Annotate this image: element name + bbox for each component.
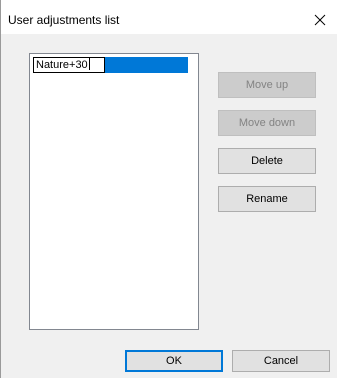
move-up-button[interactable]: Move up [218, 72, 316, 98]
window-title: User adjustments list [8, 13, 120, 27]
user-adjustments-dialog: User adjustments list Nature+30 Move up … [0, 0, 337, 378]
title-bar: User adjustments list [0, 0, 337, 34]
delete-button[interactable]: Delete [218, 148, 316, 174]
adjustments-listbox[interactable]: Nature+30 [29, 53, 199, 330]
cancel-button[interactable]: Cancel [232, 350, 330, 372]
close-button[interactable] [303, 0, 337, 34]
text-caret [88, 58, 90, 70]
list-item-selected[interactable]: Nature+30 [33, 57, 188, 73]
ok-button[interactable]: OK [125, 350, 223, 372]
list-item-label: Nature+30 [36, 59, 88, 71]
move-down-button[interactable]: Move down [218, 110, 316, 136]
rename-button[interactable]: Rename [218, 186, 316, 212]
close-icon [314, 14, 326, 26]
window-border [0, 34, 1, 378]
rename-edit-field[interactable]: Nature+30 [33, 57, 105, 73]
